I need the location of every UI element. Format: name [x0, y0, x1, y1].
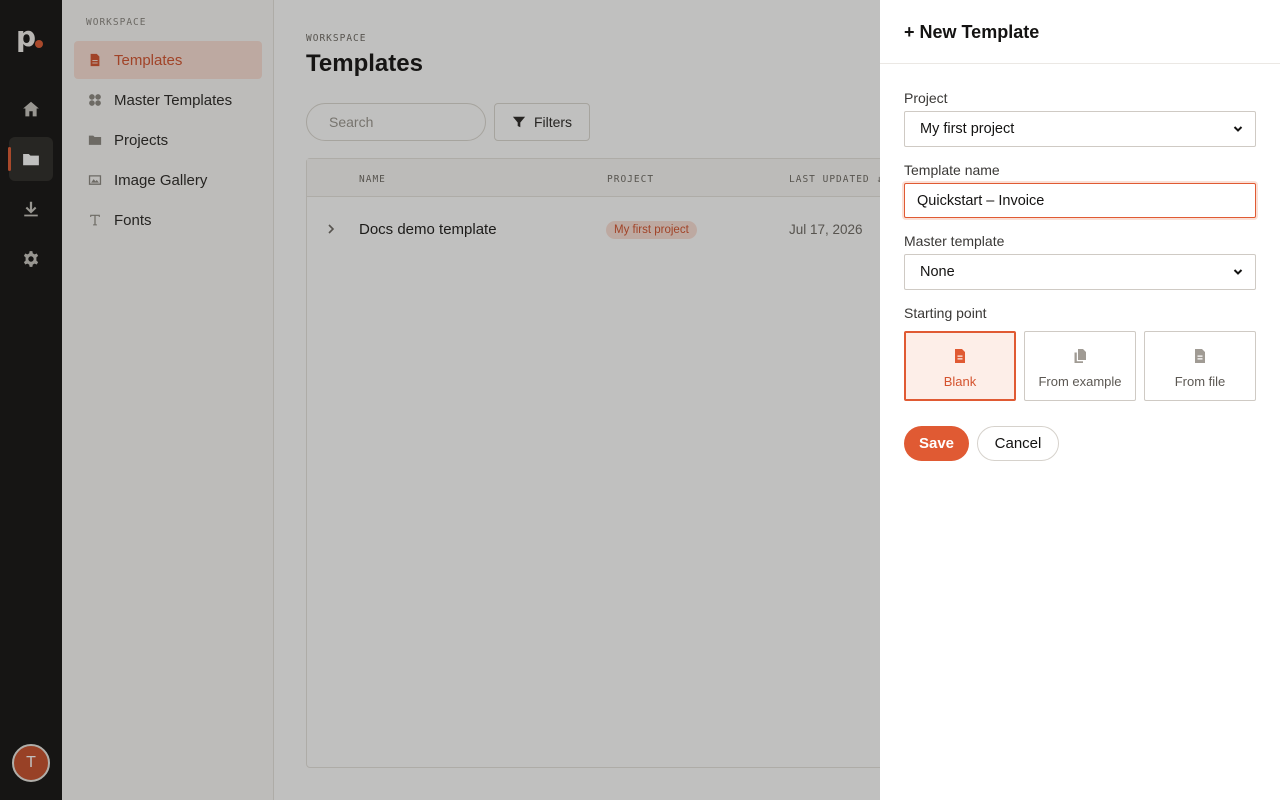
- drawer-header: + New Template: [880, 0, 1280, 64]
- starting-point-label: Starting point: [904, 305, 987, 321]
- chevron-down-icon: [1233, 126, 1243, 132]
- starting-option-blank[interactable]: Blank: [904, 331, 1016, 401]
- new-template-drawer: + New Template Project My first project …: [880, 0, 1280, 800]
- master-template-label: Master template: [904, 233, 1005, 249]
- save-button[interactable]: Save: [904, 426, 969, 461]
- template-name-input[interactable]: [904, 183, 1256, 218]
- modal-backdrop[interactable]: [0, 0, 880, 800]
- option-label: Blank: [943, 374, 977, 389]
- starting-option-from-example[interactable]: From example: [1024, 331, 1136, 401]
- cancel-button[interactable]: Cancel: [977, 426, 1059, 461]
- master-template-select-value: None: [920, 264, 955, 280]
- project-select[interactable]: My first project: [904, 111, 1256, 147]
- option-label: From example: [1038, 374, 1122, 389]
- template-name-label: Template name: [904, 162, 1000, 178]
- project-select-value: My first project: [920, 121, 1015, 137]
- drawer-title: + New Template: [904, 22, 1040, 42]
- master-template-select[interactable]: None: [904, 254, 1256, 290]
- option-label: From file: [1174, 374, 1226, 389]
- chevron-down-icon: [1233, 269, 1243, 275]
- copy-icon: [1074, 349, 1086, 363]
- starting-option-from-file[interactable]: From file: [1144, 331, 1256, 401]
- file-icon: [1195, 349, 1205, 363]
- project-label: Project: [904, 90, 948, 106]
- file-icon: [955, 349, 965, 363]
